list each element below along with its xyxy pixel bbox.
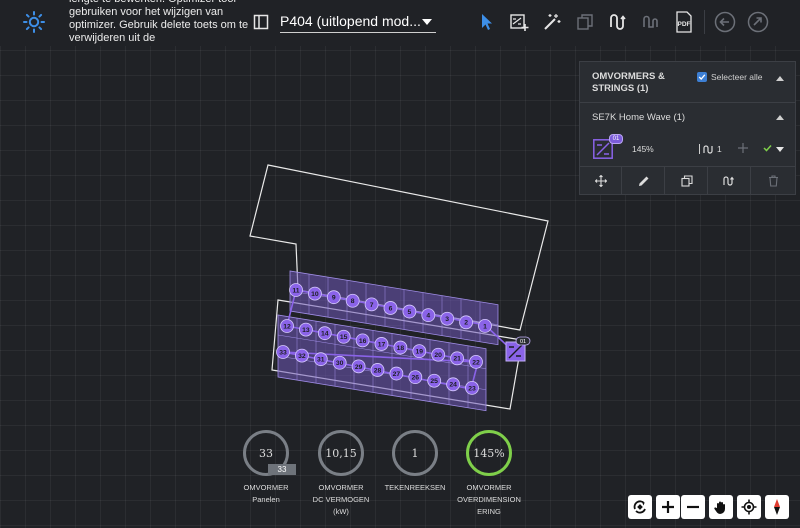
panel-marker-label: 28 [374, 367, 382, 374]
label-line: (kW) [333, 507, 349, 516]
panel-marker-label: 4 [426, 313, 430, 320]
string-count-icon [703, 145, 713, 154]
string-count: 1 [717, 144, 722, 154]
panel-marker-label: 2 [464, 320, 468, 327]
panel-marker-label: 24 [449, 382, 457, 389]
check-icon [763, 144, 772, 152]
panel-marker-label: 8 [351, 298, 355, 305]
select-all-label[interactable]: Selecteer alle [711, 72, 763, 82]
panel-marker-label: 30 [336, 360, 344, 367]
panel-marker-label: 9 [332, 295, 336, 302]
zoom-out-icon[interactable] [681, 495, 705, 519]
string-edit-icon[interactable] [709, 167, 751, 194]
inverter-percentage: 145% [632, 144, 654, 154]
panel-marker-label: 12 [283, 323, 291, 330]
gauge-strings: 1 [392, 430, 438, 476]
panel-marker-label: 16 [359, 338, 367, 345]
divider [580, 102, 795, 103]
panel-marker-label: 27 [393, 371, 401, 378]
label-line: OVERDIMENSION [457, 495, 521, 504]
panel-marker-label: 18 [397, 345, 405, 352]
trash-icon[interactable] [752, 167, 794, 194]
panel-marker-label: 6 [389, 305, 393, 312]
panel-marker-label: 22 [472, 359, 480, 366]
panel-title: OMVORMERS & STRINGS (1) [592, 71, 665, 94]
panel-marker-label: 15 [340, 334, 348, 341]
edit-icon[interactable] [623, 167, 665, 194]
add-string-icon[interactable] [737, 142, 749, 154]
gauge-strings-value: 1 [411, 446, 419, 460]
rotate-icon[interactable] [628, 495, 652, 519]
move-icon[interactable] [580, 167, 622, 194]
panel-marker-label: 17 [378, 341, 386, 348]
canvas-inverter-badge: 01 [520, 339, 526, 345]
canvas-inverter[interactable]: 01 [505, 336, 531, 362]
gauge-oversizing-value: 145% [473, 446, 505, 460]
panel-marker-label: 13 [302, 327, 310, 334]
compass-icon[interactable] [765, 495, 789, 519]
inverter-collapse-icon[interactable] [776, 115, 784, 120]
gauge-oversizing-label: OMVORMER OVERDIMENSION ERING [444, 482, 534, 518]
panel-marker-label: 1 [483, 323, 487, 330]
inverter-badge: 01 [609, 134, 623, 144]
copy-icon[interactable] [666, 167, 708, 194]
locate-icon[interactable] [737, 495, 761, 519]
panel-marker-label: 31 [317, 357, 325, 364]
zoom-in-icon[interactable] [656, 495, 680, 519]
panel-marker-label: 5 [408, 309, 412, 316]
string-divider [699, 144, 700, 154]
panel-marker-label: 23 [468, 385, 476, 392]
panel-marker-label: 33 [279, 349, 287, 356]
gauge-oversizing: 145% [466, 430, 512, 476]
chevron-down-icon[interactable] [776, 147, 784, 152]
panel-marker-label: 3 [445, 316, 449, 323]
panel-marker-label: 11 [292, 287, 299, 294]
gauge-dc-power-value: 10,15 [325, 446, 357, 460]
inverter-name[interactable]: SE7K Home Wave (1) [592, 112, 685, 123]
panel-marker-label: 26 [412, 375, 420, 382]
panel-marker-label: 14 [321, 331, 329, 338]
inverter-actions [580, 167, 795, 194]
panel-marker-label: 20 [434, 352, 442, 359]
inverters-strings-panel: OMVORMERS & STRINGS (1) Selecteer alle S… [579, 61, 796, 195]
panel-marker-label: 7 [370, 302, 374, 309]
panel-marker-label: 25 [430, 378, 438, 385]
panel-marker-label: 19 [416, 349, 424, 356]
label-line: DC VERMOGEN [312, 495, 370, 504]
panel-marker-label: 10 [311, 291, 319, 298]
gauge-dc-power: 10,15 [318, 430, 364, 476]
collapse-icon[interactable] [776, 76, 784, 81]
pan-hand-icon[interactable] [709, 495, 733, 519]
panel-marker-label: 29 [355, 364, 363, 371]
panel-marker-label: 32 [298, 353, 306, 360]
gauge-panels-value: 33 [259, 446, 273, 460]
gauge-panels-badge: 33 [268, 464, 296, 475]
panel-marker-label: 21 [453, 356, 461, 363]
label-line: ERING [477, 507, 501, 516]
label-line: OMVORMER [466, 483, 512, 492]
select-all-checkbox[interactable] [697, 72, 707, 82]
